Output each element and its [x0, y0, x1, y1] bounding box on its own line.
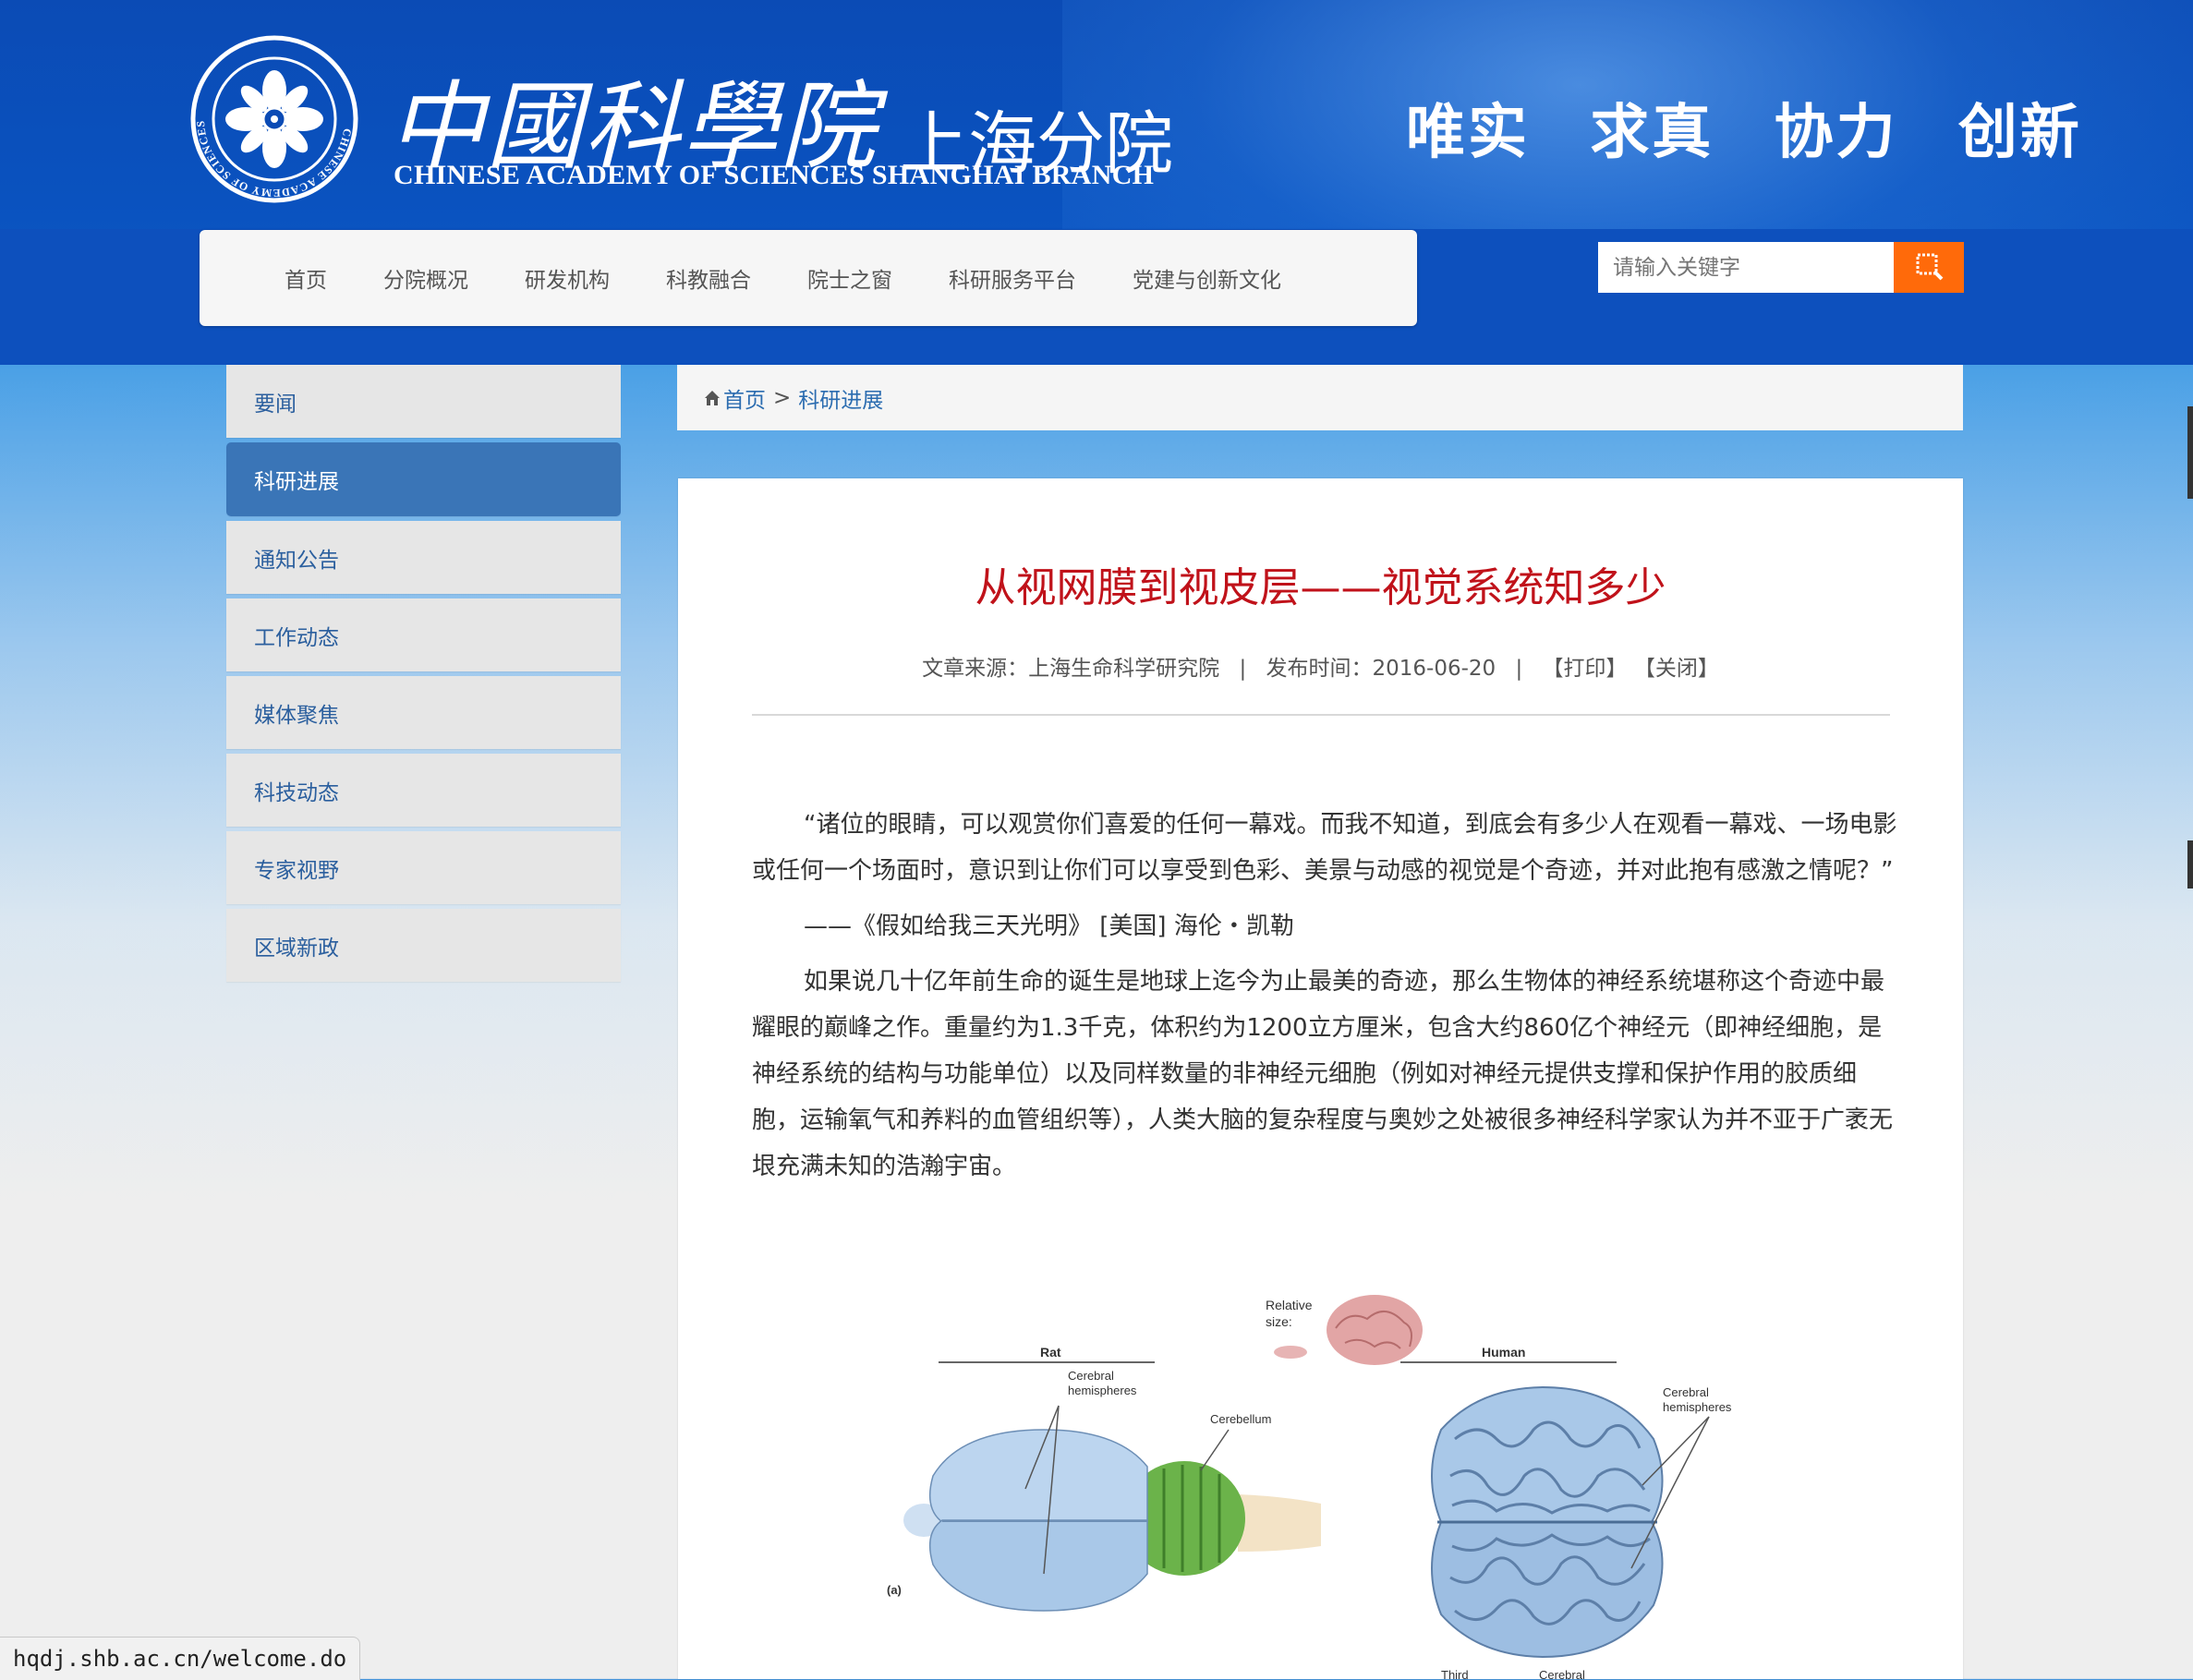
main-nav: 首页 分院概况 研发机构 科教融合 院士之窗 科研服务平台 党建与创新文化: [200, 230, 1417, 326]
search-icon: [1916, 253, 1944, 281]
status-bar-url: hqdj.shb.ac.cn/welcome.do: [0, 1637, 361, 1680]
nav-item[interactable]: 研发机构: [525, 262, 610, 294]
site-header: CHINESE ACADEMY OF SCIENCES 中國科學院 上海分院 CH…: [0, 0, 2193, 365]
site-logo-text[interactable]: 中國科學院 上海分院: [388, 48, 1173, 184]
search-box: [1598, 242, 1964, 293]
page-edge-marker: [2187, 406, 2193, 499]
sidebar-menu: 要闻 科研进展 通知公告 工作动态 媒体聚焦 科技动态 专家视野 区域新政: [226, 365, 621, 986]
cas-emblem-logo[interactable]: CHINESE ACADEMY OF SCIENCES: [188, 33, 360, 205]
sidebar-item[interactable]: 科技动态: [226, 754, 621, 827]
sidebar-item[interactable]: 工作动态: [226, 598, 621, 671]
human-label-third: Third: [1441, 1668, 1469, 1679]
sidebar-item[interactable]: 专家视野: [226, 831, 621, 904]
human-label-cerebral-bottom: Cerebral: [1539, 1668, 1585, 1679]
breadcrumb-current-link[interactable]: 科研进展: [798, 382, 883, 414]
breadcrumb-home-link[interactable]: 首页: [723, 382, 766, 414]
logo-english-name: CHINESE ACADEMY OF SCIENCES SHANGHAI BRA…: [394, 160, 1155, 190]
figure-title-rat: Rat: [1040, 1345, 1061, 1360]
figure-panel-label: (a): [887, 1583, 902, 1597]
breadcrumb: 首页 > 科研进展: [677, 365, 1963, 430]
close-link[interactable]: 【关闭】: [1634, 657, 1719, 681]
quote-citation: ——《假如给我三天光明》 [美国] 海伦・凯勒: [804, 913, 1294, 940]
article-body: “诸位的眼睛，可以观赏你们喜爱的任何一幕戏。而我不知道，到底会有多少人在观看一幕…: [752, 802, 1897, 1190]
brain-comparison-figure: Relative size: Rat Human Cerebral hemisp…: [887, 1295, 1732, 1679]
sidebar-item[interactable]: 媒体聚焦: [226, 676, 621, 749]
home-icon: [705, 390, 720, 405]
human-brain-small-icon: [1327, 1295, 1423, 1365]
rat-label-hemispheres: hemispheres: [1068, 1384, 1137, 1397]
rat-brain-illustration: [903, 1405, 1321, 1612]
body-paragraph: 如果说几十亿年前生命的诞生是地球上迄今为止最美的奇迹，那么生物体的神经系统堪称这…: [752, 968, 1894, 1180]
figure-title-human: Human: [1482, 1345, 1525, 1360]
meta-separator: |: [1515, 657, 1523, 681]
article-meta: 文章来源：上海生命科学研究院 | 发布时间：2016-06-20 | 【打印】 …: [678, 650, 1963, 682]
figure-label-size: size:: [1266, 1314, 1292, 1329]
nav-item[interactable]: 党建与创新文化: [1133, 262, 1281, 294]
search-button[interactable]: [1894, 242, 1964, 293]
nav-item[interactable]: 首页: [285, 262, 327, 294]
nav-item[interactable]: 院士之窗: [807, 262, 892, 294]
human-brain-illustration: [1431, 1385, 1710, 1659]
sidebar-item[interactable]: 科研进展: [226, 442, 621, 516]
sidebar-item[interactable]: 区域新政: [226, 909, 621, 982]
quote-paragraph: “诸位的眼睛，可以观赏你们喜爱的任何一幕戏。而我不知道，到底会有多少人在观看一幕…: [752, 811, 1897, 885]
rat-label-cerebral: Cerebral: [1068, 1369, 1114, 1383]
human-label-cerebral: Cerebral: [1663, 1385, 1709, 1399]
article-date: 发布时间：2016-06-20: [1266, 657, 1496, 681]
meta-separator: |: [1239, 657, 1247, 681]
breadcrumb-separator: >: [773, 385, 792, 410]
article-divider: [752, 714, 1890, 716]
rat-label-cerebellum: Cerebellum: [1210, 1412, 1271, 1426]
figure-label-relative: Relative: [1266, 1298, 1313, 1312]
print-link[interactable]: 【打印】: [1543, 657, 1628, 681]
nav-item[interactable]: 分院概况: [383, 262, 468, 294]
nav-item[interactable]: 科研服务平台: [949, 262, 1076, 294]
search-input[interactable]: [1598, 242, 1894, 293]
page-edge-marker: [2187, 840, 2193, 888]
article-panel: 从视网膜到视皮层——视觉系统知多少 文章来源：上海生命科学研究院 | 发布时间：…: [678, 478, 1963, 1679]
article-source: 文章来源：上海生命科学研究院: [922, 657, 1220, 681]
rat-brain-small-icon: [1274, 1346, 1307, 1359]
sidebar-item[interactable]: 要闻: [226, 365, 621, 438]
nav-item[interactable]: 科教融合: [666, 262, 751, 294]
human-label-hemispheres: hemispheres: [1663, 1400, 1732, 1414]
article-title: 从视网膜到视皮层——视觉系统知多少: [975, 564, 1666, 611]
header-motto: 唯实 求真 协力 创新: [1406, 98, 2082, 167]
sidebar-item[interactable]: 通知公告: [226, 521, 621, 594]
